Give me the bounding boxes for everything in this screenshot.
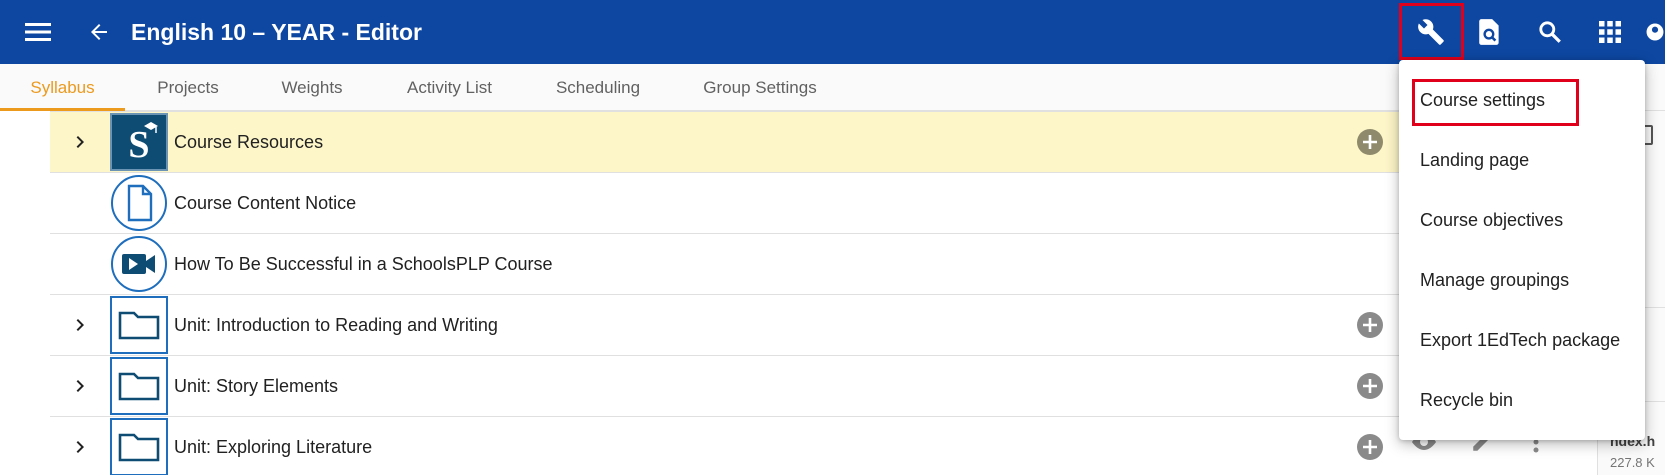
apps-button[interactable]: [1590, 12, 1630, 52]
folder-icon: [110, 295, 168, 355]
menu-item-course-objectives[interactable]: Course objectives: [1399, 190, 1645, 250]
chevron-right-icon[interactable]: [68, 435, 92, 459]
add-circle-icon[interactable]: [1357, 434, 1383, 460]
list-item-label: Unit: Introduction to Reading and Writin…: [174, 315, 498, 335]
wrench-highlight-box: [1399, 3, 1464, 60]
video-icon: [110, 234, 168, 294]
add-circle-icon[interactable]: [1357, 373, 1383, 399]
list-item-label: Unit: Story Elements: [174, 376, 339, 396]
tab-activity-list[interactable]: Activity List: [392, 64, 507, 111]
back-button[interactable]: [79, 12, 119, 52]
tab-syllabus[interactable]: Syllabus: [0, 64, 125, 111]
account-circle-icon: [1646, 23, 1664, 41]
add-circle-icon[interactable]: [1357, 312, 1383, 338]
menu-item-manage-groupings[interactable]: Manage groupings: [1399, 250, 1645, 310]
hamburger-icon: [25, 23, 51, 41]
svg-text:S: S: [128, 124, 149, 166]
add-circle-icon[interactable]: [1357, 129, 1383, 155]
list-item[interactable]: Unit: Exploring Literature: [50, 416, 1620, 475]
preview-button[interactable]: [1470, 12, 1510, 52]
file-size: 227.8 K: [1610, 455, 1655, 470]
folder-icon: [110, 417, 168, 475]
course-settings-highlight-box: [1412, 79, 1579, 126]
chevron-right-icon[interactable]: [68, 374, 92, 398]
arrow-back-icon: [91, 24, 107, 40]
list-item[interactable]: Course Content Notice: [50, 172, 1620, 233]
menu-item-landing-page[interactable]: Landing page: [1399, 130, 1645, 190]
document-search-icon: [1479, 19, 1499, 45]
chevron-right-icon[interactable]: [68, 130, 92, 154]
tab-scheduling[interactable]: Scheduling: [546, 64, 650, 111]
list-item-label: How To Be Successful in a SchoolsPLP Cou…: [174, 254, 553, 274]
menu-button[interactable]: [18, 12, 58, 52]
page-title: English 10 – YEAR - Editor: [131, 19, 422, 45]
list-item-label: Unit: Exploring Literature: [174, 437, 373, 457]
document-icon: [110, 173, 168, 233]
schoolsplp-logo-icon: S: [110, 112, 168, 172]
list-item-label: Course Resources: [174, 132, 324, 152]
account-button[interactable]: [1645, 12, 1665, 52]
editor-page: English 10 – YEAR - Editor Syllabus Proj…: [0, 0, 1665, 475]
menu-item-export-package[interactable]: Export 1EdTech package: [1399, 310, 1645, 370]
list-item[interactable]: Unit: Introduction to Reading and Writin…: [50, 294, 1620, 355]
chevron-right-icon[interactable]: [68, 313, 92, 337]
search-button[interactable]: [1530, 12, 1570, 52]
list-item[interactable]: S Course Resources: [50, 111, 1620, 172]
tab-weights[interactable]: Weights: [264, 64, 360, 111]
folder-icon: [110, 356, 168, 416]
search-icon: [1539, 21, 1561, 43]
list-item[interactable]: Unit: Story Elements: [50, 355, 1620, 416]
list-item[interactable]: How To Be Successful in a SchoolsPLP Cou…: [50, 233, 1620, 294]
list-item-label: Course Content Notice: [174, 193, 357, 213]
tab-projects[interactable]: Projects: [136, 64, 240, 111]
tab-group-settings[interactable]: Group Settings: [697, 64, 823, 111]
apps-grid-icon: [1599, 21, 1621, 43]
menu-item-recycle-bin[interactable]: Recycle bin: [1399, 370, 1645, 430]
